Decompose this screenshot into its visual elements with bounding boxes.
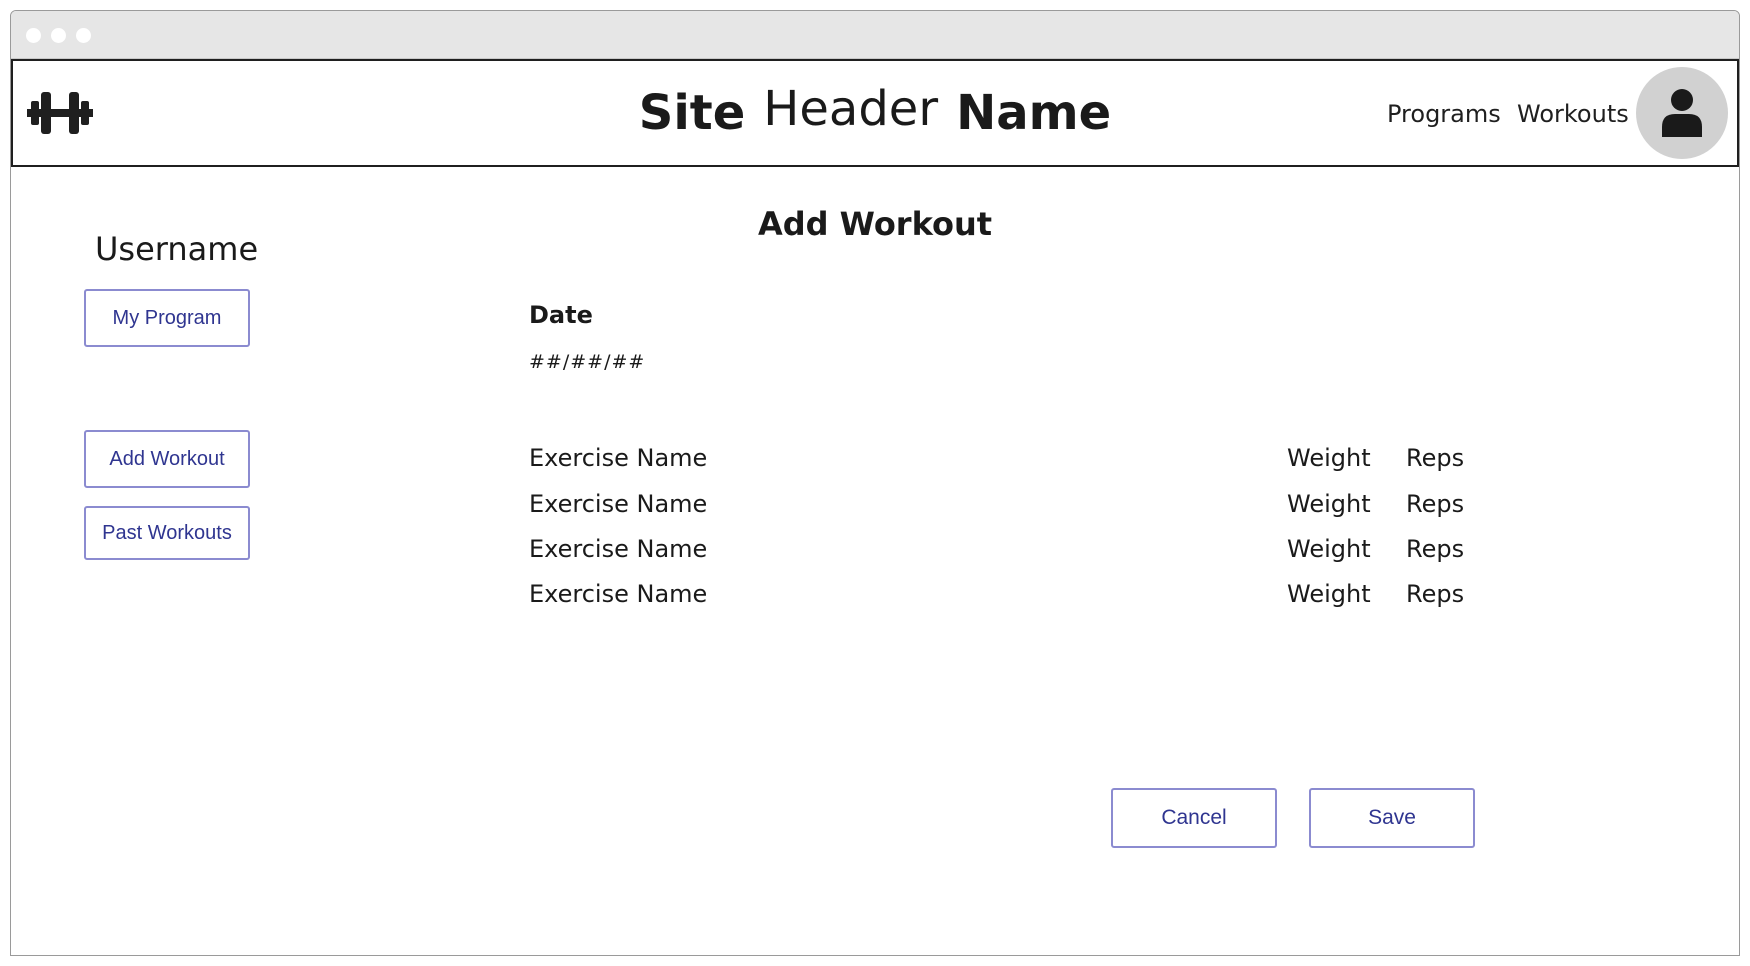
- site-title-word-2: Header: [763, 81, 939, 137]
- exercise-name-field[interactable]: Exercise Name: [529, 532, 707, 566]
- exercise-weight-field[interactable]: Weight: [1287, 487, 1371, 521]
- past-workouts-button[interactable]: Past Workouts: [84, 506, 250, 560]
- site-title-word-1: Site: [638, 85, 746, 141]
- nav-link-workouts[interactable]: Workouts: [1517, 99, 1629, 129]
- window-control-close[interactable]: [26, 28, 41, 43]
- browser-window: Site Header Name Programs Workouts: [10, 10, 1740, 956]
- exercise-weight-field[interactable]: Weight: [1287, 441, 1371, 475]
- exercise-reps-field[interactable]: Reps: [1406, 577, 1464, 611]
- exercise-row: Exercise Name Weight Reps: [529, 441, 1479, 475]
- add-workout-button[interactable]: Add Workout: [84, 430, 250, 488]
- cancel-button[interactable]: Cancel: [1111, 788, 1277, 848]
- date-value[interactable]: ##/##/##: [529, 350, 645, 374]
- exercise-name-field[interactable]: Exercise Name: [529, 577, 707, 611]
- exercise-row: Exercise Name Weight Reps: [529, 487, 1479, 521]
- exercise-row: Exercise Name Weight Reps: [529, 577, 1479, 611]
- my-program-button[interactable]: My Program: [84, 289, 250, 347]
- save-button[interactable]: Save: [1309, 788, 1475, 848]
- window-titlebar: [11, 11, 1739, 59]
- window-control-maximize[interactable]: [76, 28, 91, 43]
- avatar[interactable]: [1636, 67, 1728, 159]
- site-title-word-3: Name: [956, 85, 1112, 141]
- exercise-name-field[interactable]: Exercise Name: [529, 487, 707, 521]
- exercise-name-field[interactable]: Exercise Name: [529, 441, 707, 475]
- window-control-minimize[interactable]: [51, 28, 66, 43]
- nav-link-programs[interactable]: Programs: [1387, 99, 1501, 129]
- exercise-reps-field[interactable]: Reps: [1406, 532, 1464, 566]
- date-label: Date: [529, 301, 593, 329]
- user-icon: [1662, 89, 1702, 137]
- exercise-reps-field[interactable]: Reps: [1406, 441, 1464, 475]
- exercise-reps-field[interactable]: Reps: [1406, 487, 1464, 521]
- exercise-row: Exercise Name Weight Reps: [529, 532, 1479, 566]
- exercise-weight-field[interactable]: Weight: [1287, 532, 1371, 566]
- page-title: Add Workout: [757, 205, 993, 243]
- exercise-weight-field[interactable]: Weight: [1287, 577, 1371, 611]
- site-header: Site Header Name Programs Workouts: [11, 59, 1739, 167]
